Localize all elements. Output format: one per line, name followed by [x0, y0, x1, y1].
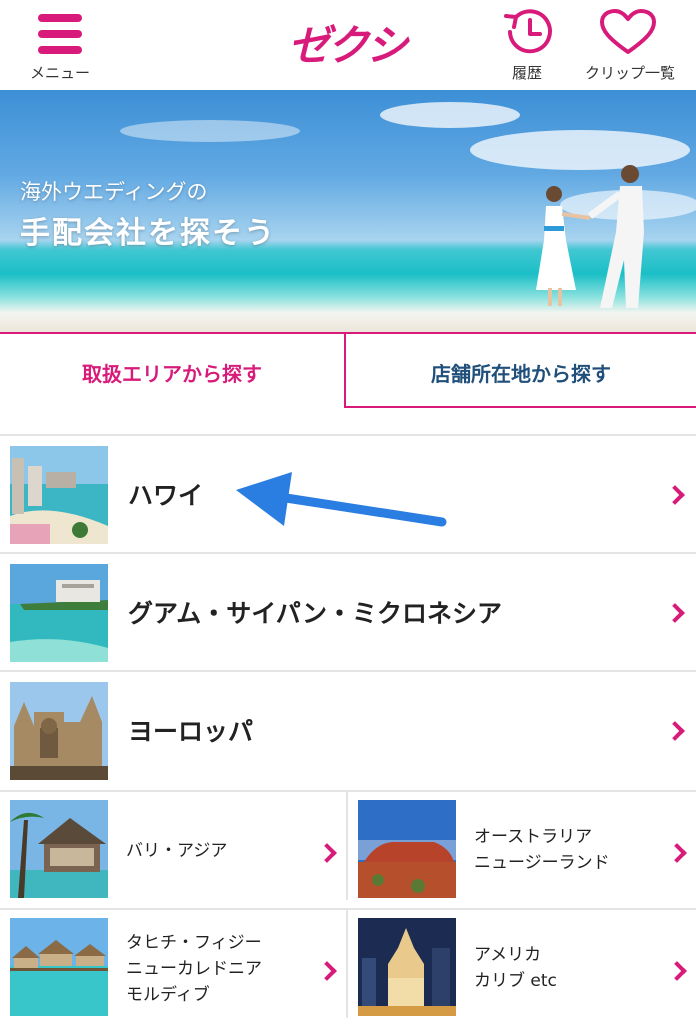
area-item-guam-saipan-micronesia[interactable]: グアム・サイパン・ミクロネシア — [0, 552, 696, 670]
couple-image — [536, 165, 644, 308]
area-label-line-2: カリブ etc — [474, 971, 557, 991]
heart-icon — [600, 9, 656, 54]
history-icon — [504, 9, 552, 54]
list-spacer — [0, 408, 696, 436]
area-label: バリ・アジア — [126, 841, 228, 861]
area-item-europe[interactable]: ヨーロッパ — [0, 670, 696, 788]
history-button[interactable]: 履歴 — [498, 6, 556, 84]
area-label-line-1: タヒチ・フィジー — [126, 933, 262, 953]
area-item-america-caribbean[interactable]: アメリカ カリブ etc — [346, 908, 696, 1018]
hawaii-thumbnail — [10, 446, 108, 544]
zexy-logo[interactable]: ゼクシィ — [288, 12, 412, 131]
tab-by-store-location[interactable]: 店舗所在地から探す — [346, 332, 696, 408]
australia-thumbnail — [358, 800, 456, 898]
hero-banner[interactable]: 海外ウエディングの 手配会社を探そう — [0, 90, 696, 332]
area-label-line-2: ニューカレドニア — [126, 959, 262, 979]
guam-thumbnail — [10, 564, 108, 662]
area-label: ハワイ — [128, 481, 204, 510]
europe-thumbnail — [10, 682, 108, 780]
tab-by-store-location-label: 店舗所在地から探す — [431, 362, 611, 386]
chevron-right-icon — [665, 603, 685, 623]
menu-button[interactable]: メニュー — [22, 8, 102, 84]
area-label-line-3: モルディブ — [126, 985, 210, 1005]
tab-by-area[interactable]: 取扱エリアから探す — [0, 332, 346, 408]
area-label-line-1: アメリカ — [474, 945, 542, 965]
chevron-right-icon — [665, 485, 685, 505]
tahiti-thumbnail — [10, 918, 108, 1016]
menu-label: メニュー — [29, 64, 90, 82]
hero-title: 手配会社を探そう — [20, 216, 276, 251]
area-item-hawaii[interactable]: ハワイ — [0, 434, 696, 552]
chevron-right-icon — [667, 961, 687, 981]
clip-list-button[interactable]: クリップ一覧 — [568, 6, 692, 84]
hero-subtitle: 海外ウエディングの — [20, 180, 208, 204]
chevron-right-icon — [317, 961, 337, 981]
bali-thumbnail — [10, 800, 108, 898]
area-item-australia-new-zealand[interactable]: オーストラリア ニュージーランド — [346, 790, 696, 900]
history-label: 履歴 — [511, 64, 542, 82]
area-label-line-2: ニュージーランド — [474, 853, 610, 873]
chevron-right-icon — [665, 721, 685, 741]
hamburger-icon — [38, 14, 82, 54]
area-item-tahiti-fiji-newcaledonia-maldives[interactable]: タヒチ・フィジー ニューカレドニア モルディブ — [0, 908, 348, 1018]
area-label-line-1: オーストラリア — [474, 827, 593, 847]
area-item-bali-asia[interactable]: バリ・アジア — [0, 790, 348, 900]
america-thumbnail — [358, 918, 456, 1016]
area-label: グアム・サイパン・ミクロネシア — [128, 599, 503, 628]
tab-by-area-label: 取扱エリアから探す — [82, 362, 262, 386]
chevron-right-icon — [317, 843, 337, 863]
clip-list-label: クリップ一覧 — [584, 64, 675, 82]
chevron-right-icon — [667, 843, 687, 863]
area-label: ヨーロッパ — [128, 717, 254, 746]
app-header: メニュー ゼクシィ 履歴 クリップ一覧 — [0, 0, 696, 131]
search-tabs: 取扱エリアから探す 店舗所在地から探す — [0, 332, 696, 408]
